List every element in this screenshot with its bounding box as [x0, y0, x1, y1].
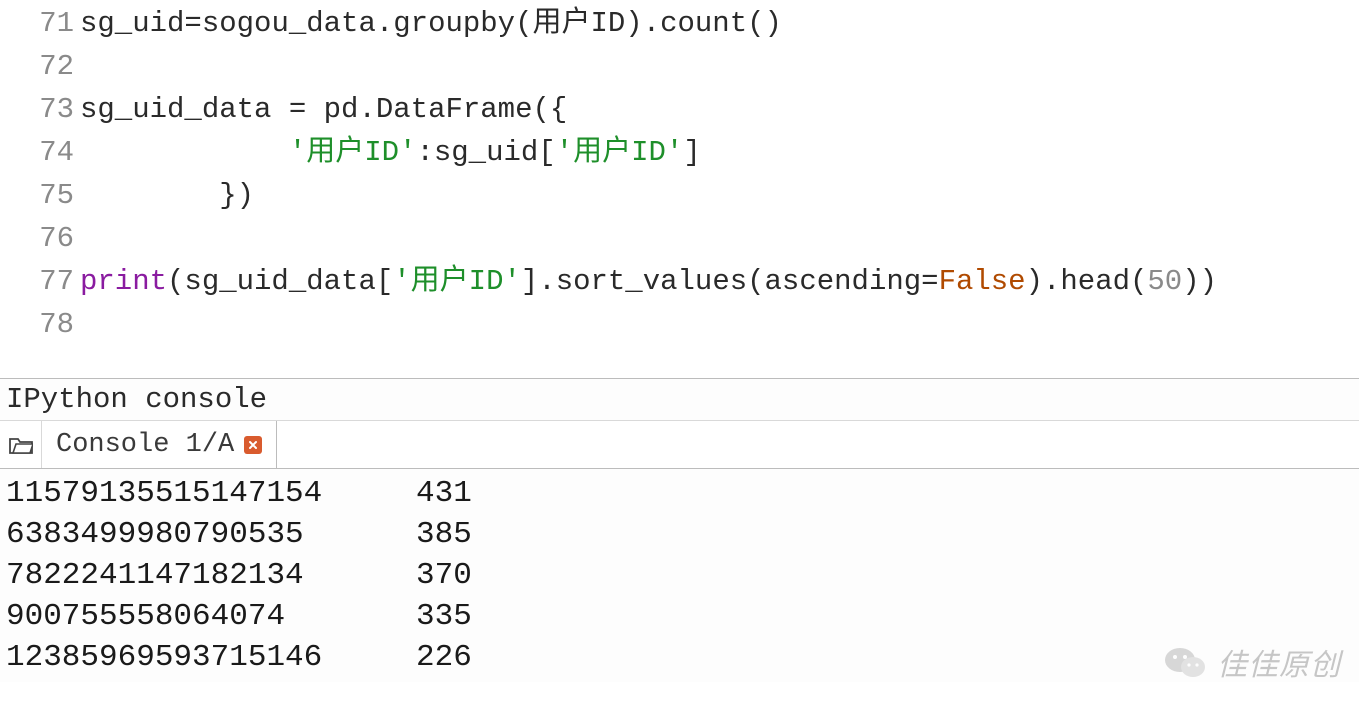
browse-tabs-button[interactable]	[0, 421, 42, 468]
code-token: '用户ID'	[556, 136, 684, 169]
code-token: :sg_uid[	[416, 136, 555, 169]
line-number: 77	[0, 260, 80, 303]
close-tab-button[interactable]	[244, 436, 262, 454]
output-value: 370	[416, 555, 472, 596]
code-token: (sg_uid_data[	[167, 265, 393, 298]
code-editor[interactable]: 71sg_uid=sogou_data.groupby(用户ID).count(…	[0, 0, 1359, 346]
console-panel-title: IPython console	[0, 379, 1359, 421]
watermark-text: 佳佳原创	[1217, 640, 1341, 684]
line-number: 76	[0, 217, 80, 260]
line-number: 74	[0, 131, 80, 174]
code-token: pd.DataFrame({	[306, 93, 567, 126]
code-token: print	[80, 265, 167, 298]
code-token	[80, 136, 289, 169]
code-text[interactable]: sg_uid=sogou_data.groupby(用户ID).count()	[80, 2, 782, 45]
code-text[interactable]: print(sg_uid_data['用户ID'].sort_values(as…	[80, 260, 1217, 303]
output-row: 900755558064074335	[6, 596, 1353, 637]
code-token: 50	[1147, 265, 1182, 298]
output-key: 12385969593715146	[6, 637, 416, 678]
code-line[interactable]: 77print(sg_uid_data['用户ID'].sort_values(…	[0, 260, 1359, 303]
code-token: ]	[683, 136, 700, 169]
pane-gap	[0, 346, 1359, 378]
output-value: 226	[416, 637, 472, 678]
code-token: sg_uid_data	[80, 93, 289, 126]
output-key: 11579135515147154	[6, 473, 416, 514]
code-token: '用户ID'	[393, 265, 521, 298]
output-row: 11579135515147154431	[6, 473, 1353, 514]
code-line[interactable]: 75 })	[0, 174, 1359, 217]
code-token: False	[939, 265, 1026, 298]
code-line[interactable]: 72	[0, 45, 1359, 88]
watermark: 佳佳原创	[1163, 640, 1341, 684]
wechat-icon	[1163, 640, 1207, 684]
code-token: '用户ID'	[289, 136, 417, 169]
line-number: 73	[0, 88, 80, 131]
code-text[interactable]: '用户ID':sg_uid['用户ID']	[80, 131, 701, 174]
code-token: sogou_data.groupby(用户ID).count()	[202, 7, 782, 40]
output-value: 335	[416, 596, 472, 637]
output-value: 385	[416, 514, 472, 555]
code-token: sg_uid	[80, 7, 184, 40]
output-row: 6383499980790535385	[6, 514, 1353, 555]
console-output[interactable]: 1157913551514715443163834999807905353857…	[0, 469, 1359, 682]
output-key: 6383499980790535	[6, 514, 416, 555]
code-token: =	[184, 7, 201, 40]
folder-icon	[9, 435, 33, 455]
code-line[interactable]: 78	[0, 303, 1359, 346]
code-text[interactable]: sg_uid_data = pd.DataFrame({	[80, 88, 567, 131]
line-number: 75	[0, 174, 80, 217]
code-line[interactable]: 73sg_uid_data = pd.DataFrame({	[0, 88, 1359, 131]
code-token: })	[80, 179, 254, 212]
code-token: =	[921, 265, 938, 298]
output-value: 431	[416, 473, 472, 514]
output-row: 12385969593715146226	[6, 637, 1353, 678]
console-tab[interactable]: Console 1/A	[42, 421, 277, 468]
close-icon	[248, 440, 258, 450]
code-token: =	[289, 93, 306, 126]
console-tab-label: Console 1/A	[56, 430, 234, 460]
console-tab-bar: Console 1/A	[0, 421, 1359, 469]
output-key: 7822241147182134	[6, 555, 416, 596]
code-token: ].sort_values(ascending	[521, 265, 921, 298]
line-number: 71	[0, 2, 80, 45]
code-token: ))	[1182, 265, 1217, 298]
code-text[interactable]: })	[80, 174, 254, 217]
line-number: 78	[0, 303, 80, 346]
line-number: 72	[0, 45, 80, 88]
code-line[interactable]: 71sg_uid=sogou_data.groupby(用户ID).count(…	[0, 2, 1359, 45]
output-key: 900755558064074	[6, 596, 416, 637]
ipython-console-panel: IPython console Console 1/A 115791355151…	[0, 378, 1359, 682]
code-line[interactable]: 74 '用户ID':sg_uid['用户ID']	[0, 131, 1359, 174]
output-row: 7822241147182134370	[6, 555, 1353, 596]
code-line[interactable]: 76	[0, 217, 1359, 260]
code-token: ).head(	[1026, 265, 1148, 298]
